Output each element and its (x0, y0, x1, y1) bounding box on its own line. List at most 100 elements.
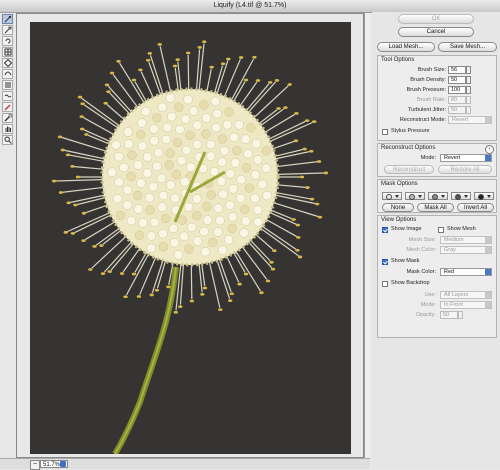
show-image-label: Show Image (391, 226, 422, 232)
reconstruct-button[interactable]: Reconstruct (384, 165, 434, 174)
vertical-scrollbar[interactable] (364, 13, 370, 458)
reconstruct-tool-icon[interactable] (2, 25, 13, 35)
backdrop-mode-label: Mode: (420, 302, 436, 308)
brush-pressure-field[interactable]: 100 (448, 86, 466, 94)
thaw-mask-tool-icon[interactable] (2, 113, 13, 123)
mask-invert-selection-button[interactable] (474, 192, 494, 200)
brush-density-label: Brush Density: (410, 77, 446, 83)
stylus-pressure-label: Stylus Pressure (391, 128, 430, 134)
mask-color-select[interactable]: Red (440, 268, 492, 276)
backdrop-use-value: All Layers (444, 292, 469, 298)
reconstruct-mode-select[interactable]: Revert (448, 116, 492, 124)
mesh-color-label: Mesh Color: (406, 247, 436, 253)
brush-size-label: Brush Size: (417, 67, 446, 73)
mask-options-title: Mask Options (381, 181, 418, 187)
hand-tool-icon[interactable] (2, 124, 13, 134)
reconstruct-options-group: Reconstruct Options › Mode: Revert Recon… (377, 143, 497, 177)
mask-all-button[interactable]: Mask All (417, 203, 454, 212)
pucker-tool-icon[interactable] (2, 47, 13, 57)
brush-size-slider-arrow[interactable] (466, 66, 471, 74)
backdrop-mode-value: In Front (444, 302, 463, 308)
turbulent-jitter-slider-arrow[interactable] (466, 106, 471, 114)
select-arrow-icon (485, 237, 491, 243)
push-left-tool-icon[interactable] (2, 69, 13, 79)
brush-rate-label: Brush Rate: (416, 97, 446, 103)
mesh-color-select[interactable]: Gray (440, 246, 492, 254)
cancel-button[interactable]: Cancel (398, 27, 474, 37)
mesh-size-label: Mesh Size: (408, 237, 436, 243)
select-arrow-icon (485, 247, 491, 253)
mask-replace-selection-button[interactable] (382, 192, 402, 200)
mask-subtract-from-selection-button[interactable] (428, 192, 448, 200)
reconstruct-mode-2-label: Mode: (420, 155, 436, 161)
forward-warp-tool-icon[interactable] (2, 14, 13, 24)
options-panel: OK Cancel Load Mesh... Save Mesh... Tool… (372, 12, 500, 469)
twirl-clockwise-tool-icon[interactable] (2, 36, 13, 46)
status-bar: − 51.7% (0, 458, 370, 470)
select-arrow-icon (485, 292, 491, 298)
brush-density-slider-arrow[interactable] (466, 76, 471, 84)
show-backdrop-checkbox[interactable] (382, 281, 388, 287)
tool-options-title: Tool Options (381, 57, 415, 63)
show-image-checkbox[interactable] (382, 227, 388, 233)
invert-all-button[interactable]: Invert All (457, 203, 494, 212)
mask-color-value: Red (444, 269, 455, 275)
backdrop-opacity-label: Opacity: (415, 312, 436, 318)
reconstruct-mode-2-select[interactable]: Revert (440, 154, 492, 162)
tool-options-group: Tool Options Brush Size: 56 Brush Densit… (377, 55, 497, 141)
brush-size-field[interactable]: 56 (448, 66, 466, 74)
brush-pressure-slider-arrow[interactable] (466, 86, 471, 94)
preview-canvas[interactable] (16, 13, 364, 458)
tool-palette (1, 14, 14, 145)
show-backdrop-label: Show Backdrop (391, 280, 430, 286)
mask-none-button[interactable]: None (382, 203, 414, 212)
mask-options-group: Mask Options None Mask All Invert All (377, 179, 497, 213)
backdrop-use-label: Use: (424, 292, 436, 298)
mask-color-label: Mask Color: (406, 269, 436, 275)
mirror-tool-icon[interactable] (2, 80, 13, 90)
bloat-tool-icon[interactable] (2, 58, 13, 68)
load-mesh-button[interactable]: Load Mesh... (377, 42, 435, 52)
show-mesh-checkbox[interactable] (438, 227, 444, 233)
image-preview[interactable] (30, 22, 351, 456)
mask-add-to-selection-button[interactable] (405, 192, 425, 200)
stylus-pressure-checkbox[interactable] (382, 129, 388, 135)
view-options-group: View Options Show Image Show Mesh Mesh S… (377, 215, 497, 338)
backdrop-opacity-field[interactable]: 50 (440, 311, 458, 319)
mesh-size-value: Medium (444, 237, 464, 243)
flower-photo (30, 22, 351, 456)
reconstruct-mode-2-value: Revert (444, 155, 461, 161)
select-arrow-icon (485, 155, 491, 161)
zoom-dropdown-arrow-icon[interactable] (60, 461, 66, 467)
reconstruct-mode-label: Reconstruct Mode: (399, 117, 446, 123)
brush-rate-field[interactable]: 80 (448, 96, 466, 104)
backdrop-opacity-slider-arrow[interactable] (458, 311, 463, 319)
show-mask-label: Show Mask (391, 258, 420, 264)
window-title: Liquify (L4.tif @ 51.7%) (213, 2, 287, 9)
reconstruct-options-expand-icon[interactable]: › (485, 145, 494, 154)
show-mask-checkbox[interactable] (382, 259, 388, 265)
backdrop-use-select[interactable]: All Layers (440, 291, 492, 299)
brush-rate-slider-arrow[interactable] (466, 96, 471, 104)
mesh-size-select[interactable]: Medium (440, 236, 492, 244)
reconstruct-options-title: Reconstruct Options (381, 145, 436, 151)
brush-density-field[interactable]: 50 (448, 76, 466, 84)
restore-all-button[interactable]: Restore All (438, 165, 492, 174)
turbulence-tool-icon[interactable] (2, 91, 13, 101)
view-options-title: View Options (381, 217, 417, 223)
ok-button[interactable]: OK (398, 14, 474, 24)
select-arrow-icon (485, 269, 491, 275)
turbulent-jitter-field[interactable]: 50 (448, 106, 466, 114)
select-arrow-icon (485, 302, 491, 308)
freeze-mask-tool-icon[interactable] (2, 102, 13, 112)
show-mesh-label: Show Mesh (447, 226, 476, 232)
zoom-tool-icon[interactable] (2, 135, 13, 145)
select-arrow-icon (485, 117, 491, 123)
mask-intersect-selection-button[interactable] (451, 192, 471, 200)
reconstruct-mode-value: Revert (452, 117, 469, 123)
turbulent-jitter-label: Turbulent Jitter: (407, 107, 446, 113)
save-mesh-button[interactable]: Save Mesh... (438, 42, 497, 52)
mesh-color-value: Gray (444, 247, 456, 253)
backdrop-mode-select[interactable]: In Front (440, 301, 492, 309)
brush-pressure-label: Brush Pressure: (406, 87, 446, 93)
